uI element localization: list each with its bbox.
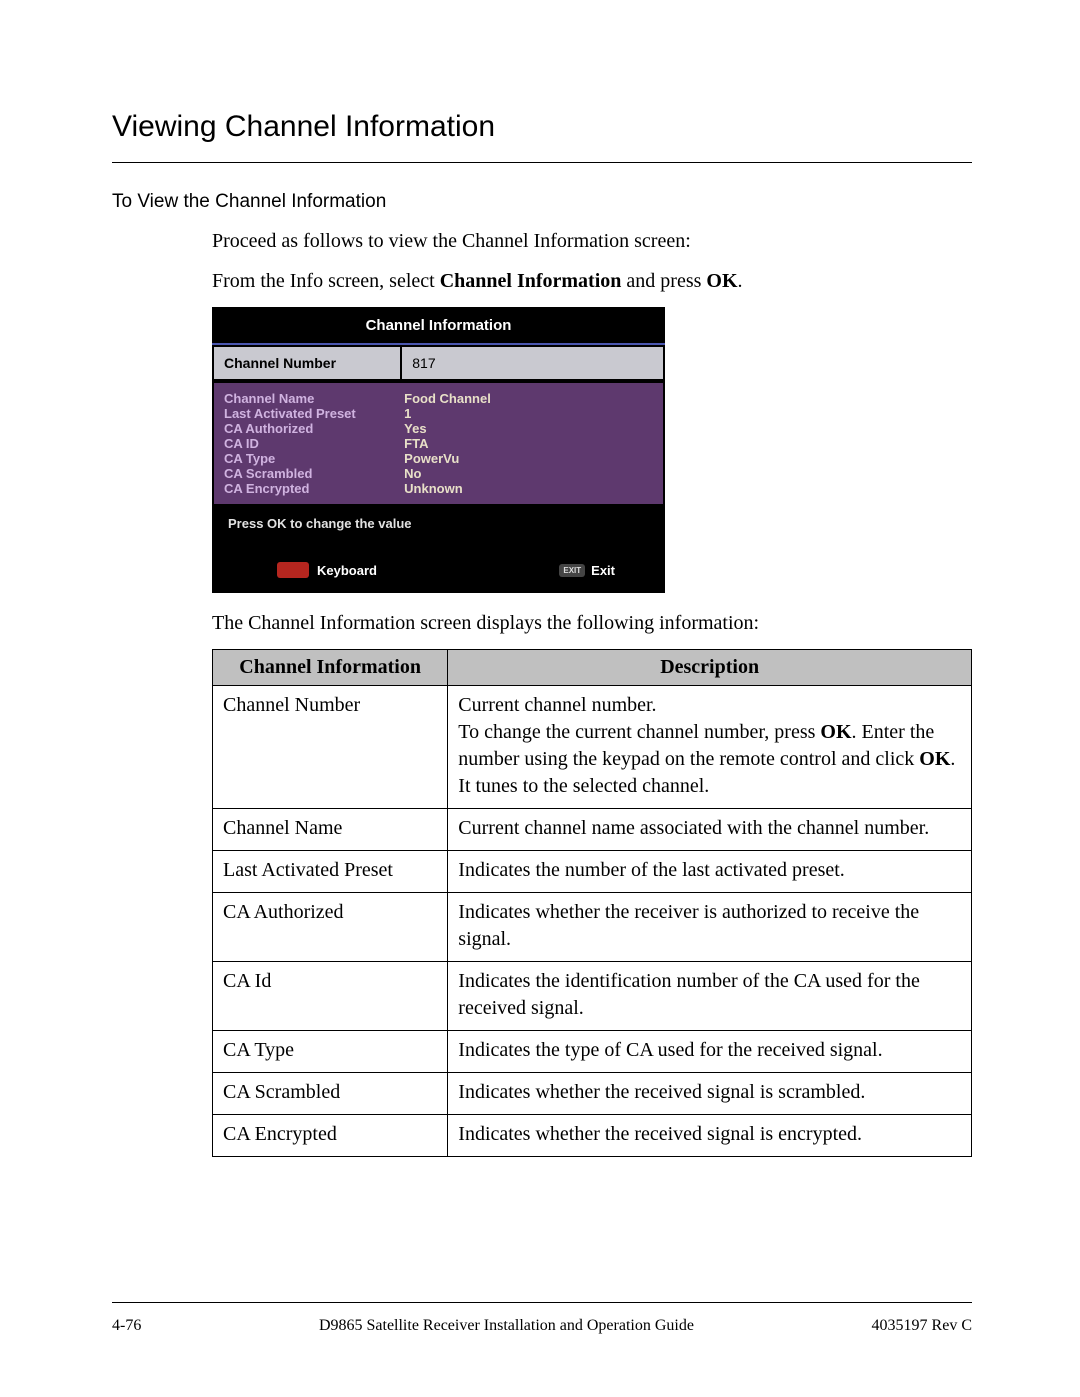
ui-field-ca-encrypted: CA Encrypted Unknown: [224, 481, 653, 496]
ui-titlebar: Channel Information: [212, 307, 665, 345]
table-row: CA Encrypted Indicates whether the recei…: [213, 1115, 972, 1157]
ui-field-label: CA Authorized: [224, 421, 404, 436]
cell-desc: Indicates the number of the last activat…: [448, 851, 972, 893]
ui-field-ca-authorized: CA Authorized Yes: [224, 421, 653, 436]
ui-field-value: PowerVu: [404, 451, 653, 466]
footer-page-number: 4-76: [112, 1317, 141, 1335]
footer-doc-rev: 4035197 Rev C: [872, 1317, 972, 1335]
ui-field-channel-name: Channel Name Food Channel: [224, 391, 653, 406]
ui-field-last-preset: Last Activated Preset 1: [224, 406, 653, 421]
ui-field-label: CA Scrambled: [224, 466, 404, 481]
keyboard-icon: [277, 562, 309, 578]
cell-name: CA Type: [213, 1031, 448, 1073]
ui-field-value: FTA: [404, 436, 653, 451]
ui-hint-text: Press OK to change the value: [212, 506, 665, 561]
ui-field-label: CA Type: [224, 451, 404, 466]
intro-paragraph-1: Proceed as follows to view the Channel I…: [212, 227, 972, 255]
table-row: Last Activated Preset Indicates the numb…: [213, 851, 972, 893]
page-title: Viewing Channel Information: [112, 110, 972, 144]
ui-body: Channel Number 817 Channel Name Food Cha…: [212, 345, 665, 593]
intro2-text-e: .: [738, 270, 743, 292]
exit-label: Exit: [591, 563, 615, 578]
intro2-bold-ok: OK: [706, 270, 737, 292]
cell-name: CA Authorized: [213, 893, 448, 962]
after-ui-paragraph: The Channel Information screen displays …: [212, 609, 972, 637]
ui-field-ca-type: CA Type PowerVu: [224, 451, 653, 466]
footer-doc-title: D9865 Satellite Receiver Installation an…: [319, 1317, 694, 1335]
ui-field-value: Unknown: [404, 481, 653, 496]
cell-name: Last Activated Preset: [213, 851, 448, 893]
table-header-name: Channel Information: [213, 650, 448, 686]
ui-field-label: CA ID: [224, 436, 404, 451]
ui-field-ca-id: CA ID FTA: [224, 436, 653, 451]
intro2-bold-channel: Channel Information: [440, 270, 622, 292]
body-content: Proceed as follows to view the Channel I…: [212, 227, 972, 1157]
ui-exit-button[interactable]: EXIT Exit: [559, 561, 615, 579]
description-table: Channel Information Description Channel …: [212, 649, 972, 1157]
cell-name: Channel Number: [213, 686, 448, 809]
cell-desc: Indicates whether the received signal is…: [448, 1073, 972, 1115]
channel-info-screenshot: Channel Information Channel Number 817 C…: [212, 307, 665, 593]
desc-line1: Current channel number.: [458, 694, 656, 716]
keyboard-label: Keyboard: [317, 563, 377, 578]
table-row: Channel Name Current channel name associ…: [213, 809, 972, 851]
ui-channel-number-row: Channel Number 817: [212, 345, 665, 383]
ui-field-value: 1: [404, 406, 653, 421]
cell-desc: Current channel number. To change the cu…: [448, 686, 972, 809]
footer-row: 4-76 D9865 Satellite Receiver Installati…: [112, 1317, 972, 1335]
title-rule: [112, 162, 972, 163]
cell-desc: Indicates whether the receiver is author…: [448, 893, 972, 962]
intro2-text-c: and press: [621, 270, 706, 292]
ui-channel-number-label: Channel Number: [212, 345, 402, 381]
desc-bold-ok1: OK: [820, 721, 851, 743]
table-header-desc: Description: [448, 650, 972, 686]
table-row: CA Id Indicates the identification numbe…: [213, 962, 972, 1031]
ui-keyboard-button[interactable]: Keyboard: [277, 561, 377, 579]
intro-paragraph-2: From the Info screen, select Channel Inf…: [212, 267, 972, 295]
ui-field-value: No: [404, 466, 653, 481]
cell-desc: Current channel name associated with the…: [448, 809, 972, 851]
cell-desc: Indicates whether the received signal is…: [448, 1115, 972, 1157]
table-header-row: Channel Information Description: [213, 650, 972, 686]
section-subhead: To View the Channel Information: [112, 191, 972, 213]
ui-field-ca-scrambled: CA Scrambled No: [224, 466, 653, 481]
footer-rule: [112, 1302, 972, 1303]
ui-footer-bar: Keyboard EXIT Exit: [212, 561, 665, 593]
table-row: Channel Number Current channel number. T…: [213, 686, 972, 809]
table-row: CA Type Indicates the type of CA used fo…: [213, 1031, 972, 1073]
cell-name: CA Encrypted: [213, 1115, 448, 1157]
cell-desc: Indicates the identification number of t…: [448, 962, 972, 1031]
ui-field-value: Food Channel: [404, 391, 653, 406]
ui-readonly-panel: Channel Name Food Channel Last Activated…: [212, 383, 665, 506]
ui-field-value: Yes: [404, 421, 653, 436]
cell-desc: Indicates the type of CA used for the re…: [448, 1031, 972, 1073]
cell-name: Channel Name: [213, 809, 448, 851]
cell-name: CA Scrambled: [213, 1073, 448, 1115]
cell-name: CA Id: [213, 962, 448, 1031]
ui-field-label: CA Encrypted: [224, 481, 404, 496]
intro2-text-a: From the Info screen, select: [212, 270, 440, 292]
ui-field-label: Channel Name: [224, 391, 404, 406]
table-row: CA Authorized Indicates whether the rece…: [213, 893, 972, 962]
table-row: CA Scrambled Indicates whether the recei…: [213, 1073, 972, 1115]
ui-channel-number-field[interactable]: 817: [402, 345, 665, 381]
desc-text-a: To change the current channel number, pr…: [458, 721, 820, 743]
exit-icon: EXIT: [559, 564, 585, 577]
ui-field-label: Last Activated Preset: [224, 406, 404, 421]
page-footer: 4-76 D9865 Satellite Receiver Installati…: [112, 1302, 972, 1335]
desc-bold-ok2: OK: [919, 748, 950, 770]
document-page: Viewing Channel Information To View the …: [0, 0, 1080, 1397]
